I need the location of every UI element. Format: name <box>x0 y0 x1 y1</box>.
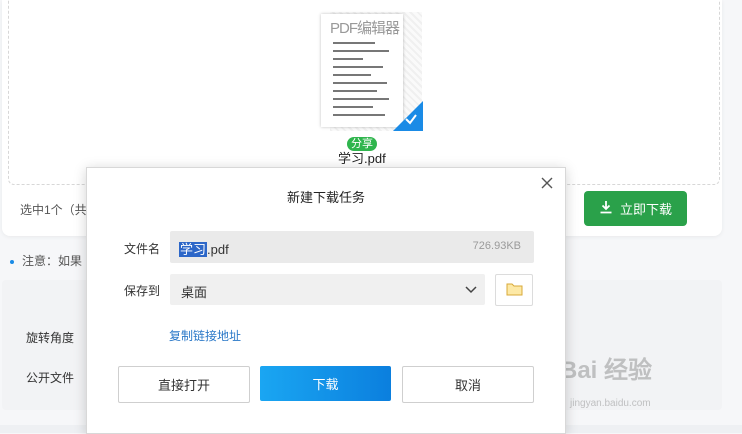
cancel-button[interactable]: 取消 <box>402 366 534 403</box>
chevron-down-icon <box>464 282 478 299</box>
checkmark-icon <box>404 112 418 126</box>
note-text: 注意：如果 <box>22 254 83 268</box>
filename-extension: .pdf <box>207 242 229 257</box>
folder-icon <box>506 282 523 299</box>
thumbnail-line <box>333 114 385 116</box>
thumbnail-line <box>333 74 371 76</box>
saveto-label: 保存到 <box>124 284 161 298</box>
thumbnail-line <box>333 106 373 108</box>
thumbnail-line <box>333 42 375 44</box>
thumbnail-line <box>333 50 389 52</box>
filename-value: 学习.pdf <box>179 239 229 258</box>
thumbnail-line <box>333 90 377 92</box>
file-thumbnail[interactable]: PDF编辑器 <box>321 14 403 127</box>
filename-label: 文件名 <box>124 242 161 256</box>
thumbnail-line <box>333 66 383 68</box>
browse-folder-button[interactable] <box>495 274 533 306</box>
public-file-label: 公开文件 <box>26 371 75 385</box>
bullet-icon <box>10 259 14 264</box>
file-size: 726.93KB <box>472 240 521 252</box>
filename-input[interactable]: 学习.pdf 726.93KB <box>170 231 534 263</box>
new-download-dialog: 新建下载任务 文件名 学习.pdf 726.93KB 保存到 桌面 复制链接地址… <box>86 167 566 434</box>
dialog-title: 新建下载任务 <box>286 190 365 205</box>
thumbnail-line <box>333 58 363 60</box>
thumbnail-line <box>333 98 389 100</box>
thumbnail-line <box>333 82 387 84</box>
saveto-select[interactable]: 桌面 <box>170 274 485 305</box>
saveto-value: 桌面 <box>181 285 208 300</box>
download-now-button[interactable]: 立即下载 <box>584 191 687 226</box>
download-now-label: 立即下载 <box>619 202 672 217</box>
filename-selected-text: 学习 <box>179 242 208 257</box>
copy-link-address[interactable]: 复制链接地址 <box>169 327 241 344</box>
close-icon[interactable] <box>540 177 554 191</box>
rotate-angle-label: 旋转角度 <box>26 331 75 345</box>
download-icon <box>599 200 613 217</box>
thumbnail-title: PDF编辑器 <box>330 20 400 37</box>
baidu-watermark: Bai 经验 <box>560 350 652 385</box>
file-name: 学习.pdf <box>338 151 386 166</box>
open-directly-button[interactable]: 直接打开 <box>118 366 250 403</box>
note: 注意：如果 <box>10 252 82 269</box>
watermark-url: jingyan.baidu.com <box>570 398 651 409</box>
selection-count: 选中1个（共 <box>20 203 87 217</box>
watermark-text: Bai 经验 <box>560 357 653 384</box>
download-button[interactable]: 下载 <box>260 366 391 401</box>
